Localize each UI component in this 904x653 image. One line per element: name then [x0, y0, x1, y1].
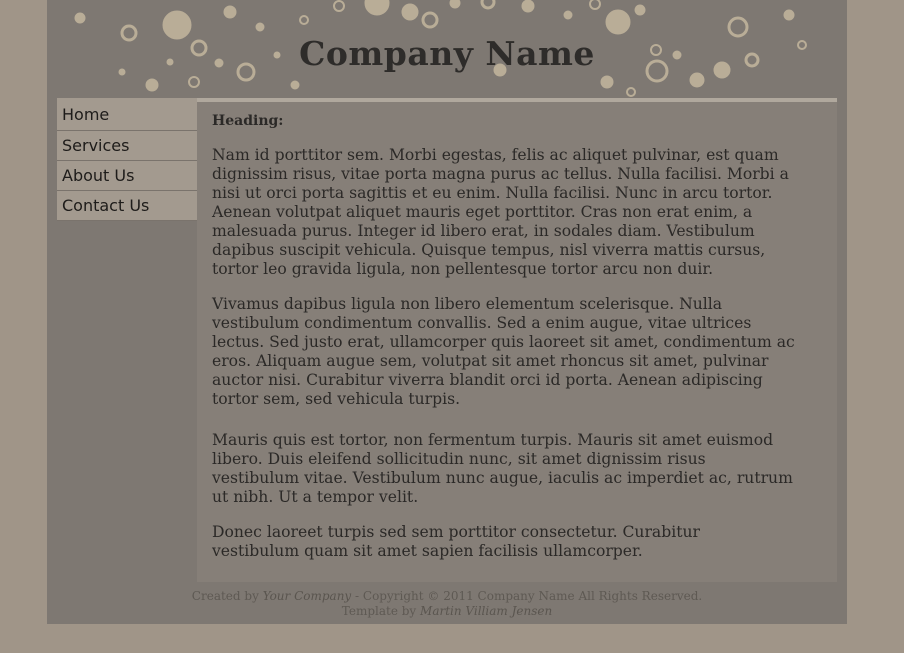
paragraph-line: Vivamus dapibus ligula non libero elemen…: [212, 295, 723, 313]
template-author-link[interactable]: Martin Villiam Jensen: [420, 604, 552, 618]
paragraph-line: lectus. Sed justo erat, ullamcorper quis…: [212, 333, 795, 351]
nav-item-contact-us[interactable]: Contact Us: [57, 191, 197, 221]
header: Company Name: [47, 0, 847, 100]
page-wrapper: Company Name Home Services About Us Cont…: [47, 0, 847, 624]
paragraph-line: vestibulum quam sit amet sapien facilisi…: [212, 542, 643, 560]
sidebar-nav: Home Services About Us Contact Us: [57, 98, 197, 221]
footer-template-prefix: Template by: [341, 604, 417, 618]
nav-item-services[interactable]: Services: [57, 131, 197, 161]
paragraph-line: Donec laoreet turpis sed sem porttitor c…: [212, 523, 700, 541]
paragraph-line: nisi ut orci porta sagittis et eu enim. …: [212, 184, 773, 202]
paragraph-line: tortor sem, sed vehicula turpis.: [212, 390, 461, 408]
paragraph-line: eros. Aliquam augue sem, volutpat sit am…: [212, 352, 769, 370]
main-content: Heading: Nam id porttitor sem. Morbi ege…: [212, 112, 837, 577]
footer-created-prefix: Created by: [191, 589, 259, 603]
paragraph-line: Nam id porttitor sem. Morbi egestas, fel…: [212, 146, 779, 164]
paragraph-line: Mauris quis est tortor, non fermentum tu…: [212, 431, 774, 449]
site-title: Company Name: [299, 34, 595, 73]
paragraph-line: libero. Duis eleifend sollicitudin nunc,…: [212, 450, 706, 468]
footer-credits: Created by Your Company - Copyright © 20…: [47, 589, 847, 604]
paragraph-line: auctor nisi. Curabitur viverra blandit o…: [212, 371, 763, 389]
paragraph-line: Aenean volutpat aliquet mauris eget port…: [212, 203, 753, 221]
paragraph-line: vestibulum condimentum convallis. Sed a …: [212, 314, 752, 332]
paragraph-line: tortor leo gravida ligula, non pellentes…: [212, 260, 714, 278]
paragraph-1: Nam id porttitor sem. Morbi egestas, fel…: [212, 146, 837, 279]
paragraph-2: Vivamus dapibus ligula non libero elemen…: [212, 295, 837, 409]
paragraph-line: malesuada purus. Integer id libero erat,…: [212, 222, 755, 240]
footer-copyright: - Copyright © 2011 Company Name All Righ…: [355, 589, 703, 603]
paragraph-4: Donec laoreet turpis sed sem porttitor c…: [212, 523, 837, 561]
footer-template: Template by Martin Villiam Jensen: [47, 604, 847, 619]
nav-item-home[interactable]: Home: [57, 98, 197, 131]
paragraph-3: Mauris quis est tortor, non fermentum tu…: [212, 431, 837, 507]
paragraph-line: dapibus suscipit vehicula. Quisque tempu…: [212, 241, 766, 259]
paragraph-line: dignissim risus, vitae porta magna purus…: [212, 165, 789, 183]
nav-item-about-us[interactable]: About Us: [57, 161, 197, 191]
company-link[interactable]: Your Company: [263, 589, 352, 603]
paragraph-line: vestibulum vitae. Vestibulum nunc augue,…: [212, 469, 793, 487]
footer: Created by Your Company - Copyright © 20…: [47, 589, 847, 619]
content-heading: Heading:: [212, 113, 284, 129]
paragraph-line: ut nibh. Ut a tempor velit.: [212, 488, 419, 506]
